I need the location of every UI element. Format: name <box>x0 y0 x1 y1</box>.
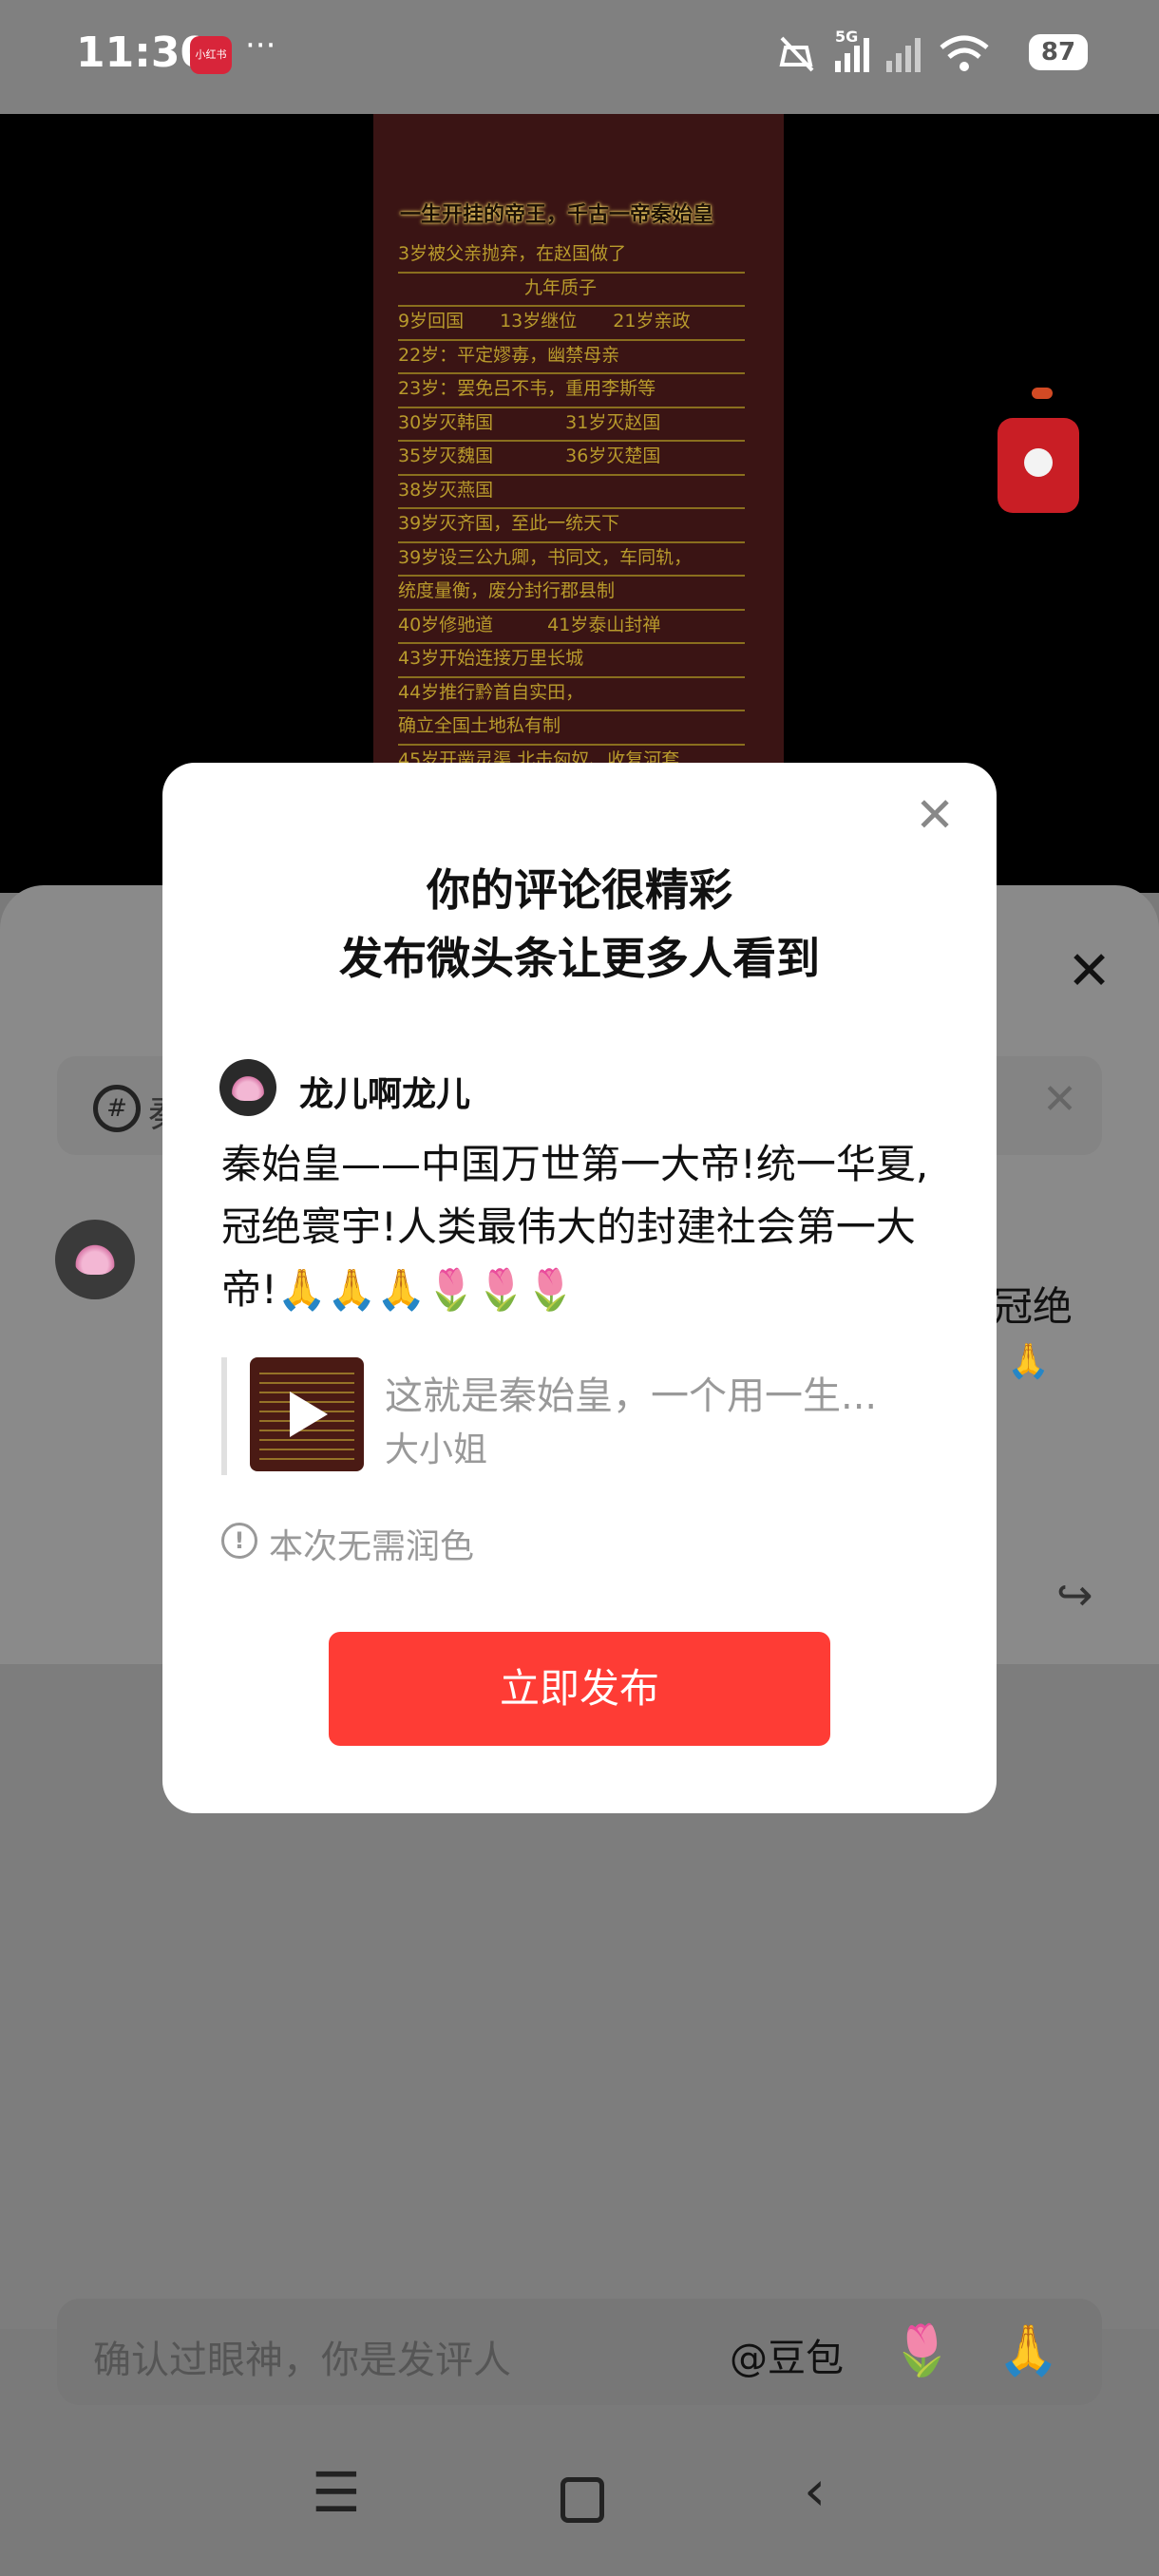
app-badge-icon: 小红书 <box>190 36 232 74</box>
publish-button[interactable]: 立即发布 <box>329 1632 830 1746</box>
quote-title: 这就是秦始皇，一个用一生... <box>385 1374 878 1418</box>
menu-icon[interactable]: ☰ <box>312 2460 361 2525</box>
video-thumbnail <box>250 1357 364 1471</box>
rose-emoji-button[interactable]: 🌷 <box>891 2321 953 2379</box>
red-packet-coin-icon <box>1024 448 1053 477</box>
poster-line: 22岁：平定嫪毐，幽禁母亲 <box>398 341 745 374</box>
user-avatar <box>219 1059 276 1116</box>
system-nav-bar: ☰ ‹ <box>0 2432 1159 2576</box>
dialog-title-line1: 你的评论很精彩 <box>427 864 732 916</box>
poster-line: 9岁回国 13岁继位 21岁亲政 <box>398 307 745 341</box>
quoted-video[interactable]: 这就是秦始皇，一个用一生... 大小姐 <box>221 1357 949 1475</box>
back-icon[interactable]: ‹ <box>804 2458 826 2523</box>
pray-emoji-button[interactable]: 🙏 <box>998 2321 1059 2379</box>
input-placeholder: 确认过眼神，你是发评人 <box>93 2339 511 2382</box>
mention-button[interactable]: @豆包 <box>730 2327 844 2382</box>
poster-line: 3岁被父亲抛弃，在赵国做了 <box>398 239 745 274</box>
redpacket-string-icon <box>1032 388 1053 399</box>
poster-line: 40岁修驰道 41岁泰山封禅 <box>398 611 745 644</box>
lotus-icon <box>231 1072 265 1101</box>
poster-title: 一生开挂的帝王，千古一帝秦始皇 <box>400 203 714 227</box>
poster-line: 38岁灭燕国 <box>398 476 745 509</box>
poster-line: 确立全国土地私有制 <box>398 711 745 746</box>
comment-input[interactable]: 确认过眼神，你是发评人 @豆包 🌷 🙏 <box>57 2299 1102 2405</box>
poster-line: 35岁灭魏国 36岁灭楚国 <box>398 442 745 476</box>
comment-text: 秦始皇——中国万世第一大帝!统一华夏,冠绝寰宇!人类最伟大的封建社会第一大帝!🙏… <box>221 1141 929 1313</box>
play-icon <box>290 1392 328 1437</box>
dialog-close-icon[interactable]: ✕ <box>915 791 955 839</box>
comment-emoji: 🙏 <box>1007 1342 1050 1381</box>
info-text: 本次无需润色 <box>269 1527 475 1566</box>
network-label: 5G <box>835 28 858 46</box>
poster-lines: 3岁被父亲抛弃，在赵国做了 九年质子 9岁回国 13岁继位 21岁亲政 22岁：… <box>398 239 778 779</box>
more-icon: ··· <box>245 27 276 65</box>
poster-line: 九年质子 <box>398 274 745 307</box>
hashtag-icon: # <box>93 1085 141 1132</box>
status-icons: 5G 87 <box>774 28 1088 82</box>
share-icon[interactable]: ↪ <box>1056 1569 1093 1620</box>
poster-line: 39岁灭齐国，至此一统天下 <box>398 509 745 543</box>
comment-fragment: 冠绝 <box>993 1283 1074 1330</box>
signal-wifi-icons: 5G <box>779 28 989 72</box>
poster-line: 统度量衡，废分封行郡县制 <box>398 577 745 611</box>
poster-line: 23岁：罢免吕不韦，重用李斯等 <box>398 374 745 408</box>
home-icon[interactable] <box>560 2477 604 2523</box>
sheet-close-icon[interactable]: ✕ <box>1067 940 1112 1002</box>
battery-icon: 87 <box>1029 34 1088 70</box>
quote-author: 大小姐 <box>385 1430 488 1469</box>
topic-close-icon[interactable]: ✕ <box>1042 1075 1077 1124</box>
publish-dialog: ✕ 你的评论很精彩 发布微头条让更多人看到 龙儿啊龙儿 秦始皇——中国万世第一大… <box>162 763 997 1813</box>
poster-line: 44岁推行黔首自实田， <box>398 678 745 711</box>
dialog-title: 你的评论很精彩 发布微头条让更多人看到 <box>162 856 997 993</box>
user-name: 龙儿啊龙儿 <box>299 1075 471 1114</box>
dialog-title-line2: 发布微头条让更多人看到 <box>339 933 820 984</box>
poster-line: 30岁灭韩国 31岁灭赵国 <box>398 408 745 442</box>
info-icon: ! <box>221 1523 257 1559</box>
avatar[interactable] <box>55 1220 135 1299</box>
poster-line: 43岁开始连接万里长城 <box>398 644 745 678</box>
status-bar: 11:30 小红书 ··· 5G 87 <box>0 0 1159 114</box>
lotus-icon <box>74 1241 116 1275</box>
poster-line: 39岁设三公九卿，书同文，车同轨， <box>398 543 745 577</box>
